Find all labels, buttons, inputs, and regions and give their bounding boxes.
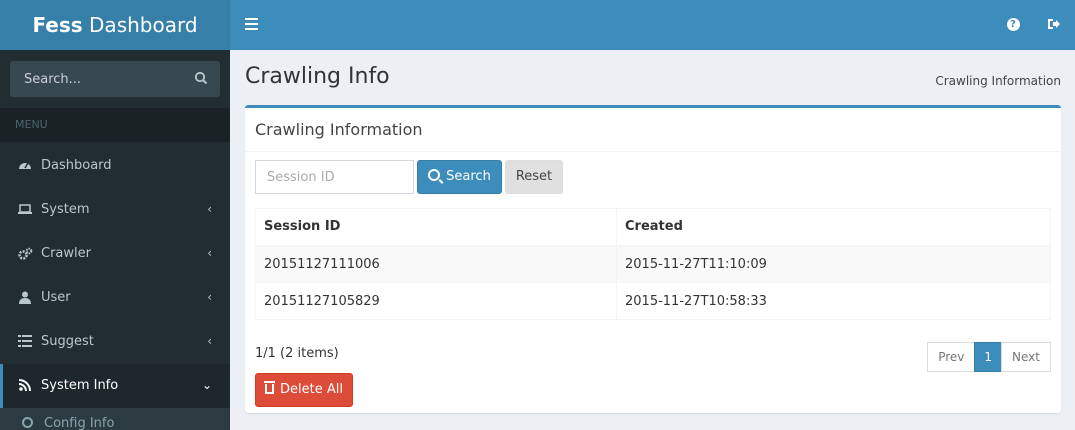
- crawling-info-table: Session ID Created 20151127111006 2015-1…: [255, 208, 1051, 320]
- search-button[interactable]: Search: [417, 160, 502, 194]
- sidebar-item-dashboard[interactable]: Dashboard: [0, 144, 230, 188]
- pagination: Prev 1 Next: [927, 342, 1051, 372]
- list-icon: [18, 335, 32, 349]
- help-icon[interactable]: ?: [1005, 17, 1021, 33]
- top-navbar: ?: [230, 0, 1075, 50]
- laptop-icon: [18, 203, 32, 217]
- reset-button[interactable]: Reset: [505, 160, 563, 194]
- menu-header: MENU: [0, 108, 230, 142]
- next-page-button[interactable]: Next: [1001, 342, 1051, 372]
- table-row[interactable]: 20151127111006 2015-11-27T11:10:09: [255, 245, 1051, 283]
- chevron-left-icon: ‹: [207, 246, 212, 260]
- created-cell: 2015-11-27T10:58:33: [616, 282, 1051, 320]
- session-id-input[interactable]: [255, 160, 414, 194]
- sign-out-icon[interactable]: [1045, 17, 1061, 33]
- rss-icon: [18, 379, 32, 393]
- box-title: Crawling Information: [255, 120, 423, 139]
- sidebar-item-label: System Info: [41, 378, 119, 393]
- circle-icon: [22, 417, 33, 428]
- logo-text: Dashboard: [89, 13, 198, 37]
- chevron-left-icon: ‹: [207, 290, 212, 304]
- item-count: 1/1 (2 items): [255, 346, 339, 361]
- page-1-button[interactable]: 1: [974, 342, 1003, 372]
- sidebar-item-suggest[interactable]: Suggest ‹: [0, 320, 230, 364]
- session-id-cell: 20151127111006: [255, 245, 617, 283]
- created-cell: 2015-11-27T11:10:09: [616, 245, 1051, 283]
- sidebar-item-label: User: [41, 290, 71, 305]
- sidebar-toggle-icon[interactable]: [245, 18, 258, 31]
- chevron-down-icon: ⌄: [201, 378, 212, 392]
- logo-bold-text: Fess: [32, 13, 83, 37]
- sidebar-search: [10, 61, 220, 97]
- sidebar-item-label: Suggest: [41, 334, 94, 349]
- chevron-left-icon: ‹: [207, 202, 212, 216]
- search-icon: [428, 169, 441, 181]
- table-row[interactable]: 20151127105829 2015-11-27T10:58:33: [255, 282, 1051, 320]
- sidebar-item-label: Dashboard: [41, 158, 112, 173]
- sidebar-subitem-config-info[interactable]: Config Info: [0, 408, 230, 430]
- sidebar-search-input[interactable]: [10, 61, 185, 97]
- sidebar-subitem-label: Config Info: [44, 416, 115, 430]
- page-title: Crawling Info: [245, 64, 390, 89]
- chevron-left-icon: ‹: [207, 334, 212, 348]
- search-icon[interactable]: [194, 71, 210, 87]
- sidebar-item-crawler[interactable]: Crawler ‹: [0, 232, 230, 276]
- sidebar-item-label: Crawler: [41, 246, 91, 261]
- sidebar: MENU Dashboard System ‹ Crawler ‹ User ‹…: [0, 50, 230, 430]
- user-icon: [18, 291, 32, 305]
- search-button-label: Search: [446, 169, 491, 184]
- delete-all-label: Delete All: [280, 382, 343, 397]
- crawling-info-box: Crawling Information Search Reset Sessio…: [245, 105, 1061, 413]
- delete-all-button[interactable]: Delete All: [255, 373, 353, 407]
- breadcrumb: Crawling Information: [935, 74, 1061, 88]
- sidebar-item-system-info[interactable]: System Info ⌄: [0, 364, 230, 408]
- sidebar-item-user[interactable]: User ‹: [0, 276, 230, 320]
- sidebar-item-system[interactable]: System ‹: [0, 188, 230, 232]
- app-logo[interactable]: Fess Dashboard: [0, 0, 230, 50]
- dashboard-icon: [18, 159, 32, 173]
- column-header-created[interactable]: Created: [616, 208, 1051, 247]
- trash-icon: [264, 381, 276, 394]
- prev-page-button[interactable]: Prev: [927, 342, 976, 372]
- column-header-session-id[interactable]: Session ID: [255, 208, 617, 247]
- table-header-row: Session ID Created: [255, 208, 1051, 247]
- cogs-icon: [18, 247, 33, 261]
- session-id-cell: 20151127105829: [255, 282, 617, 320]
- sidebar-item-label: System: [41, 202, 90, 217]
- box-divider: [245, 151, 1061, 152]
